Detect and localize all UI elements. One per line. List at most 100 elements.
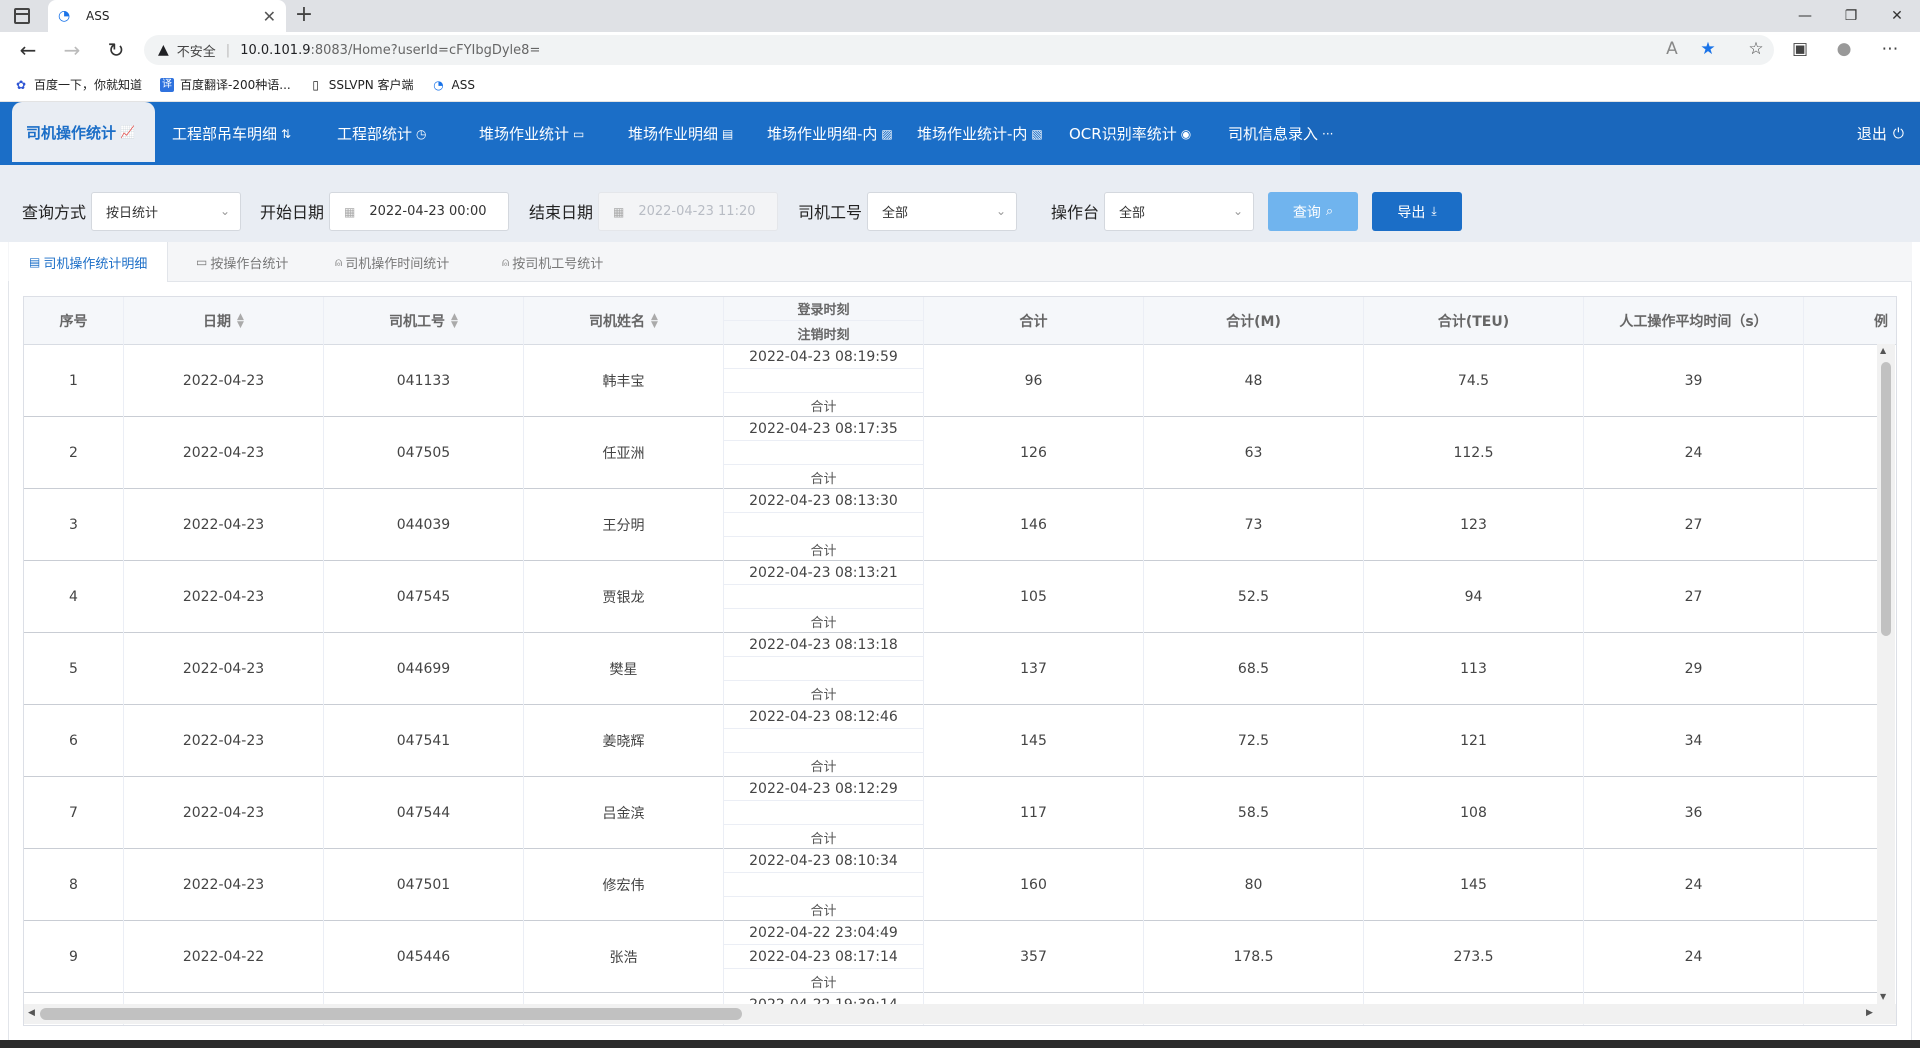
site-favicon-icon: ◔	[58, 8, 71, 24]
minimize-icon[interactable]: —	[1782, 0, 1828, 32]
refresh-icon[interactable]: ↻	[102, 38, 130, 62]
image-icon: ▨	[881, 126, 893, 141]
nav-yard-detail[interactable]: 堆场作业明细 ▤	[628, 102, 733, 165]
cell-avg: 27	[1584, 489, 1804, 561]
query-button-label: 查询	[1292, 204, 1321, 221]
nav-yard-detail-inner[interactable]: 堆场作业明细-内 ▨	[767, 102, 893, 165]
bookmark-sslvpn[interactable]: ▯ SSLVPN 客户端	[309, 76, 413, 93]
driver-no-select[interactable]: 全部 ⌄	[867, 192, 1017, 231]
sort-icon[interactable]: ▲ ▼	[651, 313, 658, 330]
table-row[interactable]: 4 2022-04-23 047545 贾银龙 105 52.5 94 27 2022-04-2…	[24, 561, 1880, 633]
table-row[interactable]: 8 2022-04-23 047501 修宏伟 160 80 145 24 2022-04-23…	[24, 849, 1880, 921]
sort-icon[interactable]: ▲ ▼	[451, 313, 458, 330]
collections-icon[interactable]: ▣	[1788, 38, 1812, 60]
driver-no-value: 全部	[882, 206, 909, 221]
cell-total: 146	[924, 489, 1144, 561]
bookmark-ass[interactable]: ◔ ASS	[432, 78, 475, 92]
col-login-logout: 登录时刻 注销时刻	[724, 297, 924, 345]
scroll-left-icon[interactable]: ◀	[28, 1008, 35, 1018]
subtab-by-driver-no[interactable]: ⍝ 按司机工号统计	[482, 242, 623, 282]
table-row[interactable]: 5 2022-04-23 044699 樊星 137 68.5 113 29 2022-04-2…	[24, 633, 1880, 705]
cell-login-time: 2022-04-23 08:10:34	[724, 849, 923, 873]
scroll-down-icon[interactable]: ▼	[1880, 992, 1886, 1001]
subtab-driver-time[interactable]: ⍝ 司机操作时间统计	[315, 242, 469, 282]
nav-label: OCR识别率统计	[1069, 125, 1177, 143]
bookmark-baidu[interactable]: ✿ 百度一下，你就知道	[14, 76, 142, 93]
nav-driver-stats[interactable]: 司机操作统计 📈	[12, 102, 155, 165]
nav-ocr-stats[interactable]: OCR识别率统计 ◉	[1069, 102, 1191, 165]
more-menu-icon[interactable]: ⋯	[1878, 38, 1902, 60]
cell-teu: 108	[1364, 777, 1584, 849]
nav-crane-detail[interactable]: 工程部吊车明细 ⇅	[172, 102, 291, 165]
cell-avg: 24	[1584, 849, 1804, 921]
url-field[interactable]: ▲ 不安全 | 10.0.101.9:8083/Home?userId=cFYI…	[144, 35, 1774, 65]
new-tab-button[interactable]: +	[292, 4, 316, 28]
export-button[interactable]: 导出 ⤓	[1372, 192, 1462, 231]
cell-date: 2022-04-23	[124, 633, 324, 705]
cell-no: 041133	[324, 345, 524, 417]
nav-label: 司机信息录入	[1228, 125, 1319, 143]
col-total-m: 合计(M)	[1144, 297, 1364, 345]
logout-button[interactable]: 退出 ⏻	[1857, 102, 1904, 165]
table-row[interactable]: 7 2022-04-23 047544 吕金滨 117 58.5 108 36 2022-04-…	[24, 777, 1880, 849]
favorite-star-icon[interactable]: ★	[1696, 38, 1720, 60]
cell-login-time: 2022-04-23 08:19:59	[724, 345, 923, 369]
start-date-input[interactable]: ▦ 2022-04-23 00:00	[329, 192, 509, 231]
col-date[interactable]: 日期 ▲ ▼	[124, 297, 324, 345]
col-driver-name[interactable]: 司机姓名 ▲ ▼	[524, 297, 724, 345]
col-driver-no[interactable]: 司机工号 ▲ ▼	[324, 297, 524, 345]
browser-tab[interactable]: ◔ ASS ✕	[48, 0, 286, 32]
bookmark-label: 百度一下，你就知道	[34, 78, 143, 92]
col-login-time: 登录时刻	[724, 297, 923, 321]
cell-logout-time	[724, 369, 923, 393]
table-row[interactable]: 2 2022-04-23 047505 任亚洲 126 63 112.5 24 2022-04-…	[24, 417, 1880, 489]
close-window-icon[interactable]: ✕	[1874, 0, 1920, 32]
query-mode-label: 查询方式	[22, 203, 87, 222]
restore-icon[interactable]: ❐	[1828, 0, 1874, 32]
profile-avatar-icon[interactable]: ●	[1832, 38, 1856, 60]
chevron-down-icon: ⌄	[995, 204, 1006, 218]
cell-subtotal-label: 合计	[810, 615, 837, 631]
table-row[interactable]: 1 2022-04-23 041133 韩丰宝 96 48 74.5 39 2022-04-23…	[24, 345, 1880, 417]
nav-driver-info[interactable]: 司机信息录入 ···	[1228, 102, 1333, 165]
cell-seq: 3	[24, 489, 124, 561]
console-select[interactable]: 全部 ⌄	[1104, 192, 1254, 231]
close-tab-icon[interactable]: ✕	[263, 7, 276, 26]
nav-yard-stats[interactable]: 堆场作业统计 ▭	[479, 102, 584, 165]
cell-seq: 4	[24, 561, 124, 633]
nav-engineering-stats[interactable]: 工程部统计 ◷	[337, 102, 427, 165]
cell-total: 117	[924, 777, 1144, 849]
cell-seq: 6	[24, 705, 124, 777]
table-row[interactable]: 6 2022-04-23 047541 姜晓辉 145 72.5 121 34 2022-04-…	[24, 705, 1880, 777]
cell-subtotal-label: 合计	[810, 687, 837, 703]
read-aloud-icon[interactable]: A	[1660, 38, 1684, 60]
table-row[interactable]: 3 2022-04-23 044039 王分明 146 73 123 27 2022-04-23…	[24, 489, 1880, 561]
scroll-up-icon[interactable]: ▲	[1880, 346, 1886, 355]
cell-date: 2022-04-23	[124, 561, 324, 633]
back-icon[interactable]: ←	[14, 38, 42, 62]
cell-m: 80	[1144, 849, 1364, 921]
cell-date: 2022-04-23	[124, 849, 324, 921]
sort-icon[interactable]: ▲ ▼	[237, 313, 244, 330]
subtab-driver-detail[interactable]: ▤ 司机操作统计明细	[9, 242, 169, 282]
cell-no: 047501	[324, 849, 524, 921]
export-button-label: 导出	[1397, 204, 1426, 221]
cell-login-logout: 2022-04-23 08:17:35 合计	[724, 417, 924, 489]
tab-actions-icon[interactable]	[14, 8, 30, 24]
cell-subtotal-label: 合计	[810, 471, 837, 487]
subtab-by-console[interactable]: ▭ 按操作台统计	[176, 242, 308, 282]
cell-login-logout: 2022-04-23 08:12:29 合计	[724, 777, 924, 849]
bookmark-baidu-translate[interactable]: 译百度翻译-200种语...	[160, 76, 291, 93]
cell-seq: 1	[24, 345, 124, 417]
query-mode-select[interactable]: 按日统计 ⌄	[91, 192, 241, 231]
table-row[interactable]: 9 2022-04-22 045446 张浩 357 178.5 273.5 24 2022-0…	[24, 921, 1880, 993]
nav-yard-stats-inner[interactable]: 堆场作业统计-内 ▧	[917, 102, 1043, 165]
document-icon: ▤	[722, 126, 734, 141]
scroll-right-icon[interactable]: ▶	[1866, 1008, 1873, 1018]
horizontal-scroll-thumb[interactable]	[40, 1008, 742, 1020]
forward-icon[interactable]: →	[58, 38, 86, 62]
favorites-icon[interactable]: ☆	[1744, 38, 1768, 60]
more-icon: ···	[1322, 126, 1334, 141]
query-button[interactable]: 查询 ⌕	[1268, 192, 1358, 231]
vertical-scroll-thumb[interactable]	[1881, 362, 1891, 636]
